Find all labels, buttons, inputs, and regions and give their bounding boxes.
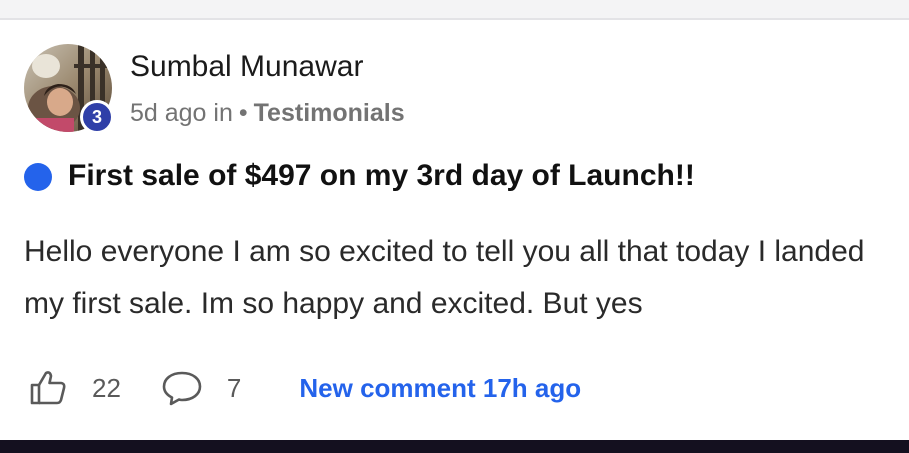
comment-count: 7	[226, 372, 242, 403]
meta-separator: •	[238, 99, 248, 127]
post-meta: 5d ago in • Testimonials	[130, 99, 405, 128]
comment-button[interactable]: 7	[161, 368, 241, 408]
post-actions: 22 7 New comment 17h ago	[28, 366, 581, 410]
author-avatar[interactable]: 3	[24, 44, 116, 136]
like-button[interactable]: 22	[28, 368, 121, 408]
level-badge: 3	[80, 100, 114, 134]
post-time: 5d ago in	[130, 99, 233, 127]
category-link[interactable]: Testimonials	[254, 99, 405, 127]
author-name[interactable]: Sumbal Munawar	[130, 50, 363, 84]
bottom-bar	[0, 440, 909, 453]
thumbs-up-icon	[28, 368, 68, 408]
post-title[interactable]: First sale of $497 on my 3rd day of Laun…	[68, 159, 695, 193]
new-comment-link[interactable]: New comment 17h ago	[299, 373, 581, 404]
comment-bubble-icon	[161, 368, 203, 408]
post-body[interactable]: Hello everyone I am so excited to tell y…	[24, 226, 894, 330]
unread-indicator	[24, 163, 52, 191]
top-divider	[0, 0, 909, 20]
like-count: 22	[92, 372, 121, 403]
